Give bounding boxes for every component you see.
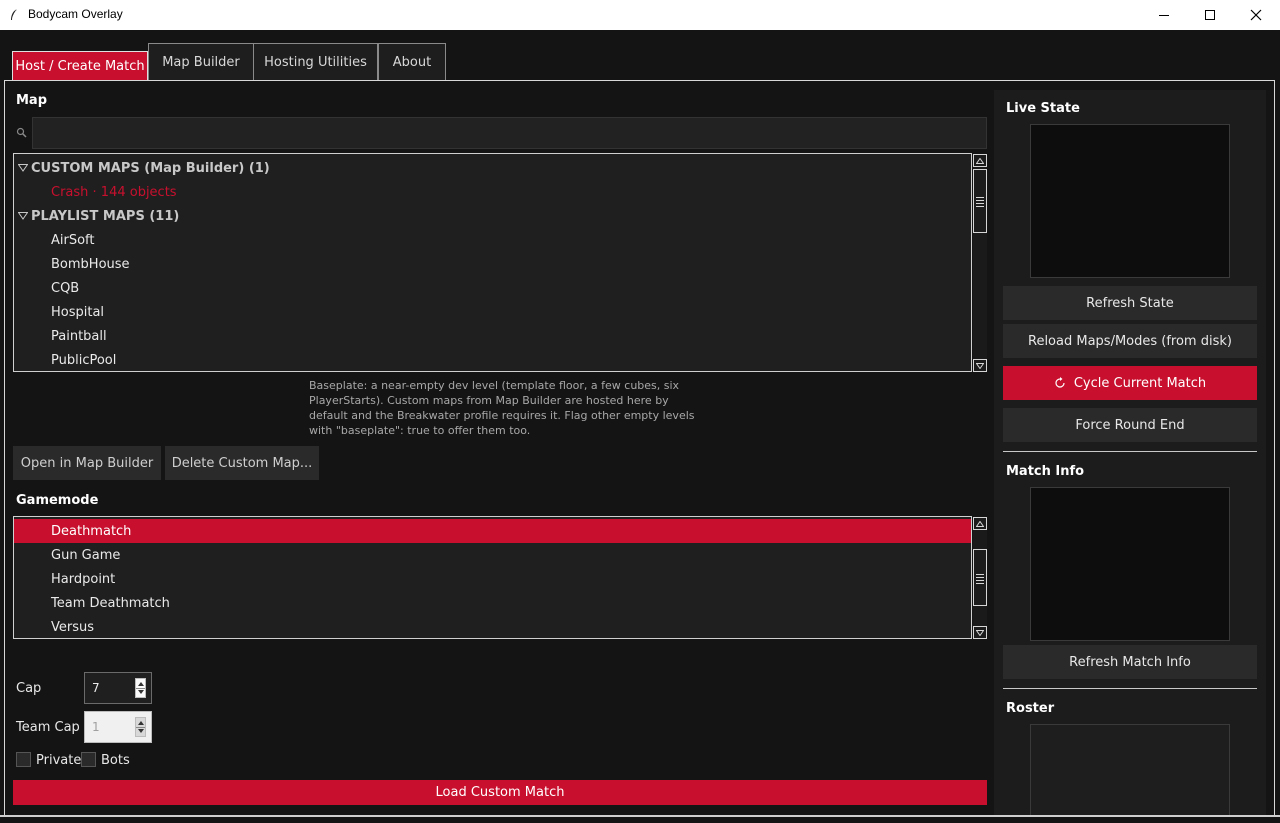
group-label: PLAYLIST MAPS (11)	[31, 208, 180, 224]
live-state-heading: Live State	[1006, 101, 1080, 116]
spin-arrows-icon[interactable]	[135, 678, 146, 698]
divider	[1003, 688, 1257, 689]
map-item[interactable]: BombHouse	[14, 252, 971, 276]
team-cap-spinbox: 1	[84, 711, 152, 743]
scroll-thumb[interactable]	[973, 549, 987, 606]
map-tree-list[interactable]: CUSTOM MAPS (Map Builder) (1) Crash · 14…	[13, 153, 972, 372]
gamemode-item[interactable]: Versus	[14, 615, 971, 638]
baseplate-info-text: Baseplate: a near-empty dev level (templ…	[309, 379, 695, 437]
gamemode-item-label: Deathmatch	[51, 523, 132, 539]
load-custom-match-button[interactable]: Load Custom Match	[13, 780, 987, 805]
group-custom-maps[interactable]: CUSTOM MAPS (Map Builder) (1)	[14, 156, 971, 180]
map-list-scrollbar[interactable]	[973, 154, 987, 372]
roster-heading: Roster	[1006, 701, 1055, 716]
search-icon	[16, 127, 27, 138]
refresh-match-info-button[interactable]: Refresh Match Info	[1003, 645, 1257, 679]
map-item-label: BombHouse	[51, 256, 130, 272]
gamemode-item-label: Versus	[51, 619, 95, 635]
arrow-up-icon	[976, 520, 984, 527]
group-playlist-maps[interactable]: PLAYLIST MAPS (11)	[14, 204, 971, 228]
private-label: Private	[36, 753, 82, 768]
group-label: CUSTOM MAPS (Map Builder) (1)	[31, 160, 270, 176]
reload-maps-modes-button[interactable]: Reload Maps/Modes (from disk)	[1003, 324, 1257, 358]
delete-custom-map-button[interactable]: Delete Custom Map...	[165, 446, 319, 480]
match-info-heading: Match Info	[1006, 464, 1085, 479]
window-bottom-edge	[0, 815, 1280, 817]
arrow-down-icon	[976, 629, 984, 636]
collapse-triangle-icon[interactable]	[18, 164, 28, 172]
minimize-icon	[1159, 15, 1169, 16]
bots-label: Bots	[101, 753, 130, 768]
gamemode-list[interactable]: Deathmatch Gun Game Hardpoint Team Death…	[13, 516, 972, 639]
map-item[interactable]: PublicPool	[14, 348, 971, 371]
map-item-label: Crash · 144 objects	[51, 184, 177, 200]
map-item[interactable]: AirSoft	[14, 228, 971, 252]
tab-map-builder[interactable]: Map Builder	[148, 43, 254, 80]
private-checkbox[interactable]	[16, 752, 31, 767]
bots-checkbox[interactable]	[81, 752, 96, 767]
open-in-map-builder-button[interactable]: Open in Map Builder	[13, 446, 161, 480]
scroll-up-button[interactable]	[973, 154, 987, 167]
roster-display	[1030, 724, 1230, 816]
spin-arrows-icon	[135, 717, 146, 737]
gamemode-item[interactable]: Hardpoint	[14, 567, 971, 591]
tab-about[interactable]: About	[378, 43, 446, 80]
map-item-label: PublicPool	[51, 352, 117, 368]
scroll-down-button[interactable]	[973, 626, 987, 639]
gamemode-heading: Gamemode	[16, 493, 99, 508]
collapse-triangle-icon[interactable]	[18, 212, 28, 220]
gamemode-list-scrollbar[interactable]	[973, 517, 987, 639]
map-item-label: CQB	[51, 280, 80, 296]
match-info-display	[1030, 487, 1230, 641]
minimize-button[interactable]	[1141, 0, 1187, 30]
map-item[interactable]: Hospital	[14, 300, 971, 324]
cycle-current-match-button[interactable]: Cycle Current Match	[1003, 366, 1257, 400]
gamemode-item-label: Hardpoint	[51, 571, 116, 587]
window-title: Bodycam Overlay	[28, 7, 123, 21]
tab-host-create-match[interactable]: Host / Create Match	[12, 51, 148, 81]
map-item[interactable]: Paintball	[14, 324, 971, 348]
scroll-thumb[interactable]	[973, 169, 987, 233]
cap-spinbox[interactable]: 7	[84, 672, 152, 704]
map-item-label: Hospital	[51, 304, 105, 320]
map-item-label: Paintball	[51, 328, 107, 344]
gamemode-item[interactable]: Gun Game	[14, 543, 971, 567]
map-item[interactable]: CQB	[14, 276, 971, 300]
map-search-input[interactable]	[32, 117, 987, 149]
tab-hosting-utilities[interactable]: Hosting Utilities	[253, 43, 378, 80]
cap-label: Cap	[16, 681, 42, 696]
cap-value[interactable]: 7	[92, 681, 100, 695]
close-icon	[1250, 9, 1262, 21]
gamemode-item[interactable]: Team Deathmatch	[14, 591, 971, 615]
title-bar: Bodycam Overlay	[0, 0, 1280, 30]
gamemode-item-label: Team Deathmatch	[51, 595, 170, 611]
refresh-state-button[interactable]: Refresh State	[1003, 286, 1257, 320]
scroll-up-button[interactable]	[973, 517, 987, 530]
map-item-label: AirSoft	[51, 232, 95, 248]
force-round-end-button[interactable]: Force Round End	[1003, 408, 1257, 442]
refresh-icon	[1055, 377, 1065, 388]
live-state-display	[1030, 124, 1230, 278]
gamemode-item-label: Gun Game	[51, 547, 121, 563]
divider	[1003, 451, 1257, 452]
maximize-icon	[1205, 10, 1215, 20]
team-cap-value: 1	[92, 720, 100, 734]
scroll-down-button[interactable]	[973, 359, 987, 372]
arrow-down-icon	[976, 362, 984, 369]
maximize-button[interactable]	[1187, 0, 1233, 30]
map-item-crash[interactable]: Crash · 144 objects	[14, 180, 971, 204]
feather-icon	[11, 8, 18, 20]
team-cap-label: Team Cap	[16, 720, 80, 735]
arrow-up-icon	[976, 157, 984, 164]
gamemode-item-selected[interactable]: Deathmatch	[14, 519, 971, 543]
close-button[interactable]	[1233, 0, 1279, 30]
map-heading: Map	[16, 93, 48, 108]
cycle-current-match-label: Cycle Current Match	[1073, 375, 1207, 391]
